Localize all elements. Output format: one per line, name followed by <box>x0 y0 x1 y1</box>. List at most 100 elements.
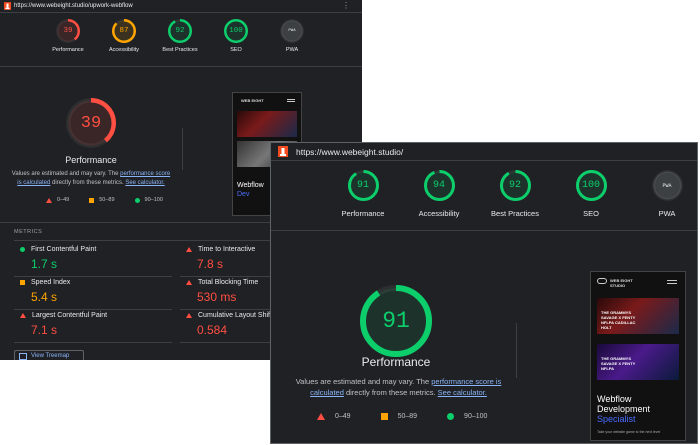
preview-headline: Webflow <box>237 182 264 189</box>
see-calculator-link[interactable]: See calculator. <box>438 388 487 397</box>
main-title: Performance <box>65 155 117 165</box>
gauge-ring: PWA <box>651 170 683 201</box>
fail-triangle-icon <box>317 413 325 420</box>
metric-value: 530 ms <box>197 290 237 304</box>
gauge-label: Accessibility <box>418 209 460 218</box>
view-treemap-label: View Treemap <box>31 353 70 359</box>
legend-fail-label: 0–49 <box>57 197 70 203</box>
main-gauge-ring: 91 <box>360 285 432 357</box>
gauge-score: 92 <box>175 27 185 35</box>
category-gauge-pwa[interactable]: PWA PWA <box>627 170 697 218</box>
category-gauge-performance[interactable]: 91 Performance <box>323 170 403 218</box>
gauge-score: 94 <box>432 180 445 191</box>
category-gauge-accessibility[interactable]: 87 Accessibility <box>94 19 154 53</box>
metric-name: Cumulative Layout Shift <box>198 312 272 319</box>
legend-fail: 0–49 <box>46 197 69 203</box>
lighthouse-icon <box>4 2 11 10</box>
url-bar: https://www.webeight.studio/ <box>271 143 697 161</box>
pass-circle-icon <box>20 247 25 252</box>
category-gauge-best-practices[interactable]: 92 Best Practices <box>150 19 210 53</box>
gauge-ring: 100 <box>224 19 248 43</box>
fail-triangle-icon <box>46 197 52 203</box>
category-gauge-accessibility[interactable]: 94 Accessibility <box>399 170 479 218</box>
gauge-ring: 87 <box>112 19 136 43</box>
page-url[interactable]: https://www.webeight.studio/upwork-webfl… <box>14 3 133 9</box>
metric-cumulative-layout-shift: Cumulative Layout Shift 0.584 <box>186 312 272 337</box>
gauge-ring: 39 <box>56 19 80 43</box>
metric-speed-index: Speed Index 5.4 s <box>20 279 70 304</box>
average-square-icon <box>89 197 95 203</box>
preview-brand: WEB EIGHT <box>241 98 264 103</box>
metric-name-row: First Contentful Paint <box>20 246 96 253</box>
gauge-ring: 92 <box>168 19 192 43</box>
gauge-label: PWA <box>285 47 299 53</box>
average-square-icon <box>20 280 25 285</box>
metric-first-contentful-paint: First Contentful Paint 1.7 s <box>20 246 96 271</box>
category-gauge-performance[interactable]: 39 Performance <box>38 19 98 53</box>
lighthouse-icon <box>278 146 288 157</box>
metric-name-row: Speed Index <box>20 279 70 286</box>
vertical-divider <box>516 323 517 378</box>
main-gauge-ring: 39 <box>66 98 116 148</box>
score-legend: 0–49 50–89 90–100 <box>317 413 487 420</box>
legend-pass: 90–100 <box>447 413 487 420</box>
metric-value: 7.8 s <box>197 257 224 271</box>
desc-text: Values are estimated and may vary. The <box>11 171 121 177</box>
legend-average-label: 50–89 <box>397 413 418 420</box>
legend-average-label: 50–89 <box>99 197 115 203</box>
metric-name: Time to Interactive <box>198 246 256 253</box>
fail-triangle-icon <box>20 313 26 318</box>
metrics-heading: METRICS <box>14 229 43 235</box>
category-gauge-best-practices[interactable]: 92 Best Practices <box>475 170 555 218</box>
main-performance-gauge: 39 <box>66 98 116 148</box>
report-front-window: https://www.webeight.studio/ 91 Performan… <box>270 142 698 444</box>
header-divider <box>0 66 362 67</box>
metric-name-row: Cumulative Layout Shift <box>186 312 272 319</box>
pwa-badge-icon: PWA <box>662 182 672 189</box>
gauge-ring: PWA <box>280 19 304 43</box>
gauge-label: Accessibility <box>109 47 139 53</box>
page-preview-screenshot: WEB EIGHT STUDIO THE GRAMMYS SAVAGE X FE… <box>590 271 686 441</box>
main-title: Performance <box>361 355 431 369</box>
treemap-icon <box>19 352 27 360</box>
preview-hero-text: THE GRAMMYS SAVAGE X FENTY NFLPA CADILLA… <box>601 310 636 330</box>
preview-footer-text: Take your website game to the next level <box>597 430 661 434</box>
category-gauge-pwa[interactable]: PWA PWA <box>262 19 322 53</box>
gauge-score: 92 <box>508 180 521 191</box>
preview-brand: WEB EIGHT STUDIO <box>610 278 633 288</box>
pass-circle-icon <box>134 197 140 203</box>
metric-name-row: Largest Contentful Paint <box>20 312 107 319</box>
average-square-icon <box>380 413 388 420</box>
more-menu-icon[interactable]: ⋮ <box>342 1 350 10</box>
legend-fail-label: 0–49 <box>335 413 351 420</box>
see-calculator-link[interactable]: See calculator. <box>125 180 164 186</box>
desc-text-2: directly from these metrics. <box>50 179 126 186</box>
page-url[interactable]: https://www.webeight.studio/ <box>296 147 403 157</box>
metric-name: Speed Index <box>31 279 71 286</box>
legend-pass-label: 90–100 <box>464 413 488 420</box>
gauge-ring: 91 <box>347 170 379 201</box>
category-gauge-seo[interactable]: 100 SEO <box>551 170 631 218</box>
url-bar: https://www.webeight.studio/upwork-webfl… <box>0 0 362 13</box>
metric-name-row: Total Blocking Time <box>186 279 258 286</box>
gauge-ring: 92 <box>499 170 531 201</box>
legend-fail: 0–49 <box>317 413 351 420</box>
hamburger-icon <box>287 99 295 100</box>
metric-name: Largest Contentful Paint <box>32 312 108 319</box>
category-gauge-seo[interactable]: 100 SEO <box>206 19 266 53</box>
metric-time-to-interactive: Time to Interactive 7.8 s <box>186 246 255 271</box>
metric-total-blocking-time: Total Blocking Time 530 ms <box>186 279 258 304</box>
gauge-label: SEO <box>583 209 599 218</box>
gauge-label: PWA <box>658 209 676 218</box>
gauge-score: 91 <box>356 180 369 191</box>
gauge-score: 39 <box>63 27 73 35</box>
main-score: 91 <box>382 308 410 334</box>
desc-text-2: directly from these metrics. <box>343 388 438 397</box>
gauge-score: 100 <box>581 180 600 191</box>
fail-triangle-icon <box>186 313 192 318</box>
score-description: Values are estimated and may vary. The p… <box>10 170 172 187</box>
view-treemap-button[interactable]: View Treemap <box>14 350 84 360</box>
gauge-ring: 100 <box>575 170 607 201</box>
preview-hero-image-2: THE GRAMMYS SAVAGE X FENTY NFLPA <box>597 344 679 380</box>
fail-triangle-icon <box>186 280 192 285</box>
